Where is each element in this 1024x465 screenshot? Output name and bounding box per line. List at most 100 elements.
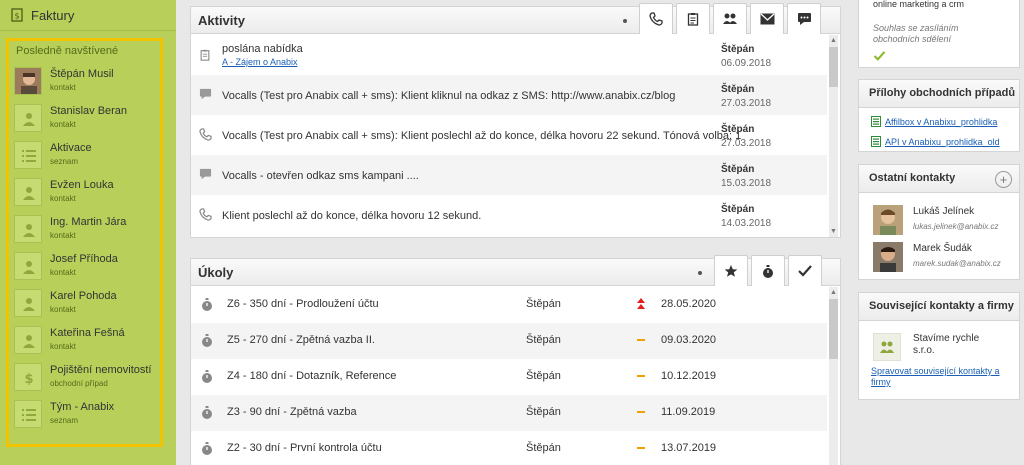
scrollbar-thumb[interactable] xyxy=(829,47,838,87)
svg-text:$: $ xyxy=(24,372,33,386)
tab-sms[interactable] xyxy=(787,3,821,34)
task-text: Z3 - 90 dní - Zpětná vazba xyxy=(227,406,357,418)
recent-item-type: kontakt xyxy=(50,231,76,240)
recent-item-type: kontakt xyxy=(50,268,76,277)
recently-visited-title: Posledně navštívené xyxy=(16,45,119,57)
recent-item-name: Kateřina Fešná xyxy=(50,327,125,339)
stopwatch-icon xyxy=(202,298,212,311)
activity-row[interactable]: poslána nabídka A - Zájem o Anabix Štěpá… xyxy=(191,35,827,75)
task-row[interactable]: Z4 - 180 dní - Dotazník, Reference Štěpá… xyxy=(191,359,827,395)
scrollbar-thumb[interactable] xyxy=(829,299,838,359)
chat-icon xyxy=(797,13,811,25)
invoice-icon: $ xyxy=(11,8,23,22)
recent-item[interactable]: Aktivace seznam xyxy=(14,141,159,173)
task-owner: Štěpán xyxy=(526,406,561,418)
activities-scrollbar[interactable]: ▲ ▼ xyxy=(829,35,838,237)
task-owner: Štěpán xyxy=(526,370,561,382)
menu-dot-icon[interactable] xyxy=(623,19,627,23)
chat-icon xyxy=(199,88,212,100)
recent-item-name: Stanislav Beran xyxy=(50,105,128,117)
tab-tasks[interactable] xyxy=(676,3,710,34)
task-date: 11.09.2019 xyxy=(661,406,716,418)
consent-text: Souhlas se zasíláním obchodních sdělení xyxy=(873,23,959,44)
sidebar-item-label: Faktury xyxy=(31,7,75,23)
recent-item[interactable]: $ Pojištění nemovitostí obchodní případ xyxy=(14,363,159,395)
manage-related-link[interactable]: Spravovat související kontakty a firmy xyxy=(871,366,1011,388)
recent-item-type: obchodní případ xyxy=(50,379,108,388)
task-date: 28.05.2020 xyxy=(661,298,717,310)
attachment-link[interactable]: Affilbox v Anabixu_prohlidka xyxy=(885,117,997,127)
recent-item-type: seznam xyxy=(50,157,79,166)
check-icon xyxy=(798,265,812,277)
attachment-item[interactable]: Affilbox v Anabixu_prohlidka xyxy=(871,116,997,127)
recent-item[interactable]: Karel Pohoda kontakt xyxy=(14,289,159,321)
tab-email[interactable] xyxy=(750,3,784,34)
tab-phone[interactable] xyxy=(639,3,673,34)
scroll-up-icon[interactable]: ▲ xyxy=(830,37,837,44)
sidebar-item-faktury[interactable]: $ Faktury xyxy=(0,0,176,31)
activity-row[interactable]: Klient poslechl až do konce, délka hovor… xyxy=(191,195,827,235)
recent-item-type: seznam xyxy=(50,416,79,425)
tasks-header: Úkoly xyxy=(191,255,840,286)
recent-item-type: kontakt xyxy=(50,120,76,129)
recent-item-name: Josef Příhoda xyxy=(50,253,118,265)
other-contacts-box: Ostatní kontakty + Lukáš Jelínek lukas.j… xyxy=(858,164,1020,280)
recent-item[interactable]: Josef Příhoda kontakt xyxy=(14,252,159,284)
activity-link[interactable]: A - Zájem o Anabix xyxy=(222,57,298,67)
phone-icon xyxy=(199,208,212,221)
recent-item[interactable]: Ing. Martin Jára kontakt xyxy=(14,215,159,247)
task-row[interactable]: Z3 - 90 dní - Zpětná vazba Štěpán 11.09.… xyxy=(191,395,827,431)
scroll-up-icon[interactable]: ▲ xyxy=(830,289,837,296)
task-owner: Štěpán xyxy=(526,298,561,310)
activity-date: 27.03.2018 xyxy=(721,138,772,149)
dollar-icon: $ xyxy=(14,363,42,391)
tab-done[interactable] xyxy=(788,255,822,286)
avatar xyxy=(14,67,42,95)
star-icon xyxy=(724,265,738,277)
task-text: Z4 - 180 dní - Dotazník, Reference xyxy=(227,370,397,382)
recent-item-type: kontakt xyxy=(50,194,76,203)
contact-email: lukas.jelinek@anabix.cz xyxy=(913,222,999,231)
recent-item[interactable]: Štěpán Musil kontakt xyxy=(14,67,159,99)
person-icon xyxy=(14,289,42,317)
consent-box: online marketing a crm Souhlas se zasílá… xyxy=(858,0,1020,68)
clipboard-icon xyxy=(200,49,210,61)
tasks-title: Úkoly xyxy=(198,265,234,280)
recent-item[interactable]: Kateřina Fešná kontakt xyxy=(14,326,159,358)
activity-row[interactable]: Vocalls - otevřen odkaz sms kampani ....… xyxy=(191,155,827,195)
activity-row[interactable]: Vocalls (Test pro Anabix call + sms): Kl… xyxy=(191,75,827,115)
stopwatch-icon xyxy=(202,442,212,455)
task-row[interactable]: Z6 - 350 dní - Prodloužení účtu Štěpán 2… xyxy=(191,287,827,323)
activity-row[interactable]: Vocalls (Test pro Anabix call + sms): Kl… xyxy=(191,115,827,155)
recent-item[interactable]: Stanislav Beran kontakt xyxy=(14,104,159,136)
tasks-scrollbar[interactable]: ▲ xyxy=(829,287,838,465)
tab-important[interactable] xyxy=(714,255,748,286)
add-contact-button[interactable]: + xyxy=(995,171,1012,188)
excel-file-icon xyxy=(871,136,881,147)
activities-title: Aktivity xyxy=(198,13,245,28)
task-row[interactable]: Z5 - 270 dní - Zpětná vazba II. Štěpán 0… xyxy=(191,323,827,359)
recent-item-name: Štěpán Musil xyxy=(50,68,114,80)
stopwatch-icon xyxy=(202,370,212,383)
stopwatch-icon xyxy=(763,264,773,278)
priority-normal-icon xyxy=(637,447,645,449)
activity-owner: Štěpán xyxy=(721,44,755,55)
tab-meetings[interactable] xyxy=(713,3,747,34)
consent-top-text: online marketing a crm xyxy=(873,0,965,9)
priority-high-icon xyxy=(637,298,645,309)
attachment-item[interactable]: API v Anabixu_prohlidka_old xyxy=(871,136,1000,147)
menu-dot-icon[interactable] xyxy=(698,271,702,275)
recent-item-name: Pojištění nemovitostí xyxy=(50,364,152,376)
recent-item-type: kontakt xyxy=(50,305,76,314)
tab-open[interactable] xyxy=(751,255,785,286)
contact-name: Lukáš Jelínek xyxy=(913,206,975,217)
scroll-down-icon[interactable]: ▼ xyxy=(830,228,837,235)
activity-date: 14.03.2018 xyxy=(721,218,772,229)
recent-item[interactable]: Evžen Louka kontakt xyxy=(14,178,159,210)
task-row[interactable]: Z2 - 30 dní - První kontrola účtu Štěpán… xyxy=(191,431,827,465)
activities-header: Aktivity xyxy=(191,3,840,34)
recent-item-name: Aktivace xyxy=(50,142,92,154)
attachment-link[interactable]: API v Anabixu_prohlidka_old xyxy=(885,137,1000,147)
recent-item[interactable]: Tým - Anabix seznam xyxy=(14,400,159,432)
related-company-name[interactable]: Stavíme rychle s.r.o. xyxy=(913,333,1003,357)
